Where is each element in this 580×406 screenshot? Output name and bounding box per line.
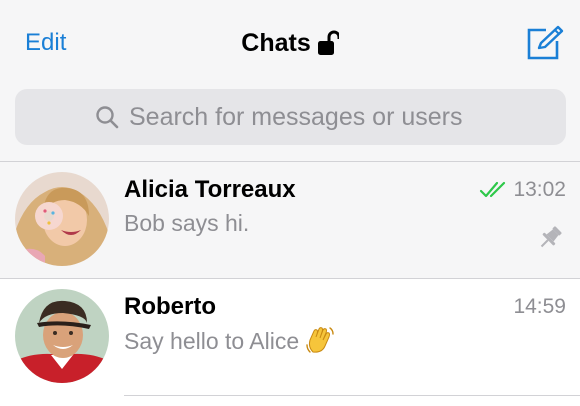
chat-row-roberto[interactable]: Roberto Say hello to Alice 14:59 bbox=[0, 279, 580, 396]
pin-icon bbox=[536, 224, 564, 252]
avatar[interactable] bbox=[15, 172, 109, 266]
chats-screen: Edit Chats Search for messages or users … bbox=[0, 0, 580, 406]
chat-time: 13:02 bbox=[513, 178, 566, 201]
row-divider bbox=[124, 395, 580, 396]
page-title: Chats bbox=[241, 29, 311, 57]
search-icon bbox=[95, 105, 119, 129]
chat-preview: Say hello to Alice bbox=[124, 325, 335, 356]
chat-row-alicia[interactable]: Alicia Torreaux Bob says hi. 13:02 bbox=[0, 162, 580, 279]
compose-icon[interactable] bbox=[526, 25, 564, 61]
waving-hand-icon bbox=[305, 325, 335, 355]
title-wrap: Chats bbox=[241, 27, 341, 59]
chat-preview-text: Say hello to Alice bbox=[124, 328, 300, 354]
lock-open-icon[interactable] bbox=[317, 30, 341, 56]
chat-preview: Bob says hi. bbox=[124, 210, 250, 236]
chat-time: 14:59 bbox=[513, 295, 566, 318]
double-check-icon bbox=[479, 180, 507, 200]
title-bar: Chats bbox=[0, 27, 580, 59]
avatar[interactable] bbox=[15, 289, 109, 383]
chat-name: Alicia Torreaux bbox=[124, 176, 296, 203]
chat-name: Roberto bbox=[124, 293, 216, 320]
search-input[interactable] bbox=[129, 102, 549, 132]
search-bar[interactable] bbox=[15, 89, 566, 145]
header: Edit Chats bbox=[0, 0, 580, 162]
